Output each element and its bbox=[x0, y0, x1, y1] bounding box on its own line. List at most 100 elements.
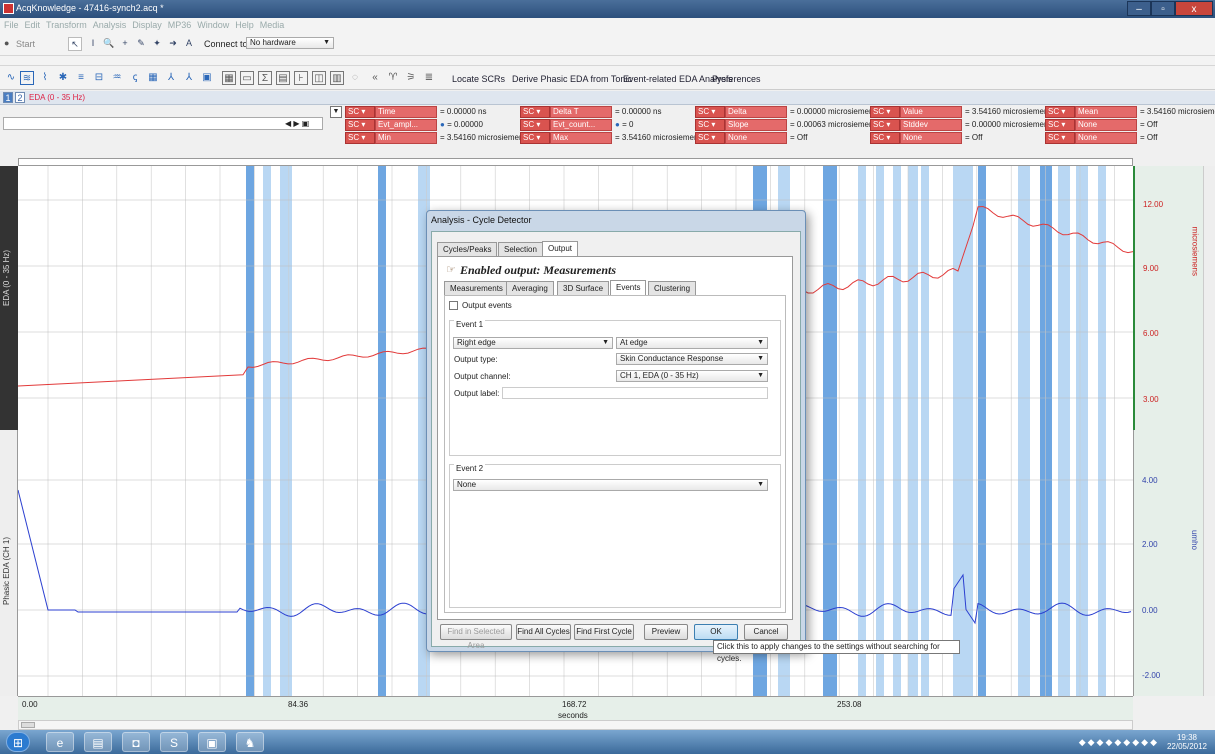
meas-source[interactable]: SC ▾ bbox=[695, 119, 725, 131]
meas-function[interactable]: Max bbox=[550, 132, 612, 144]
ie-icon[interactable]: e bbox=[46, 732, 74, 752]
minimize-button[interactable]: – bbox=[1127, 1, 1151, 16]
meas-source[interactable]: SC ▾ bbox=[695, 132, 725, 144]
meas-source[interactable]: SC ▾ bbox=[1045, 119, 1075, 131]
move-tool-icon[interactable]: ➜ bbox=[166, 37, 180, 51]
output-type-select[interactable]: Skin Conductance Response ▼ bbox=[616, 353, 768, 365]
subtab-measurements[interactable]: Measurements bbox=[444, 281, 509, 295]
person-icon[interactable]: ⅄ bbox=[164, 71, 178, 85]
clock[interactable]: 19:38 22/05/2012 bbox=[1167, 733, 1207, 751]
horizontal-scrollbar[interactable] bbox=[18, 720, 1133, 730]
channel-1-button[interactable]: 1 bbox=[3, 92, 13, 103]
explorer-icon[interactable]: ▤ bbox=[84, 732, 112, 752]
tab-cycles-peaks[interactable]: Cycles/Peaks bbox=[437, 242, 498, 256]
preferences-link[interactable]: Preferences bbox=[712, 74, 761, 84]
hardware-select[interactable]: No hardware ▼ bbox=[246, 37, 334, 49]
start-orb-icon[interactable]: ⊞ bbox=[6, 732, 30, 752]
meas-function[interactable]: Delta T bbox=[550, 106, 612, 118]
edge-select[interactable]: Right edge ▼ bbox=[453, 337, 613, 349]
sum-icon[interactable]: Σ bbox=[258, 71, 272, 85]
nav-arrows-icon[interactable]: ◀ ▶ ▣ bbox=[285, 119, 309, 128]
meas-function[interactable]: Time bbox=[375, 106, 437, 118]
menu-media[interactable]: Media bbox=[260, 20, 285, 30]
graph-icon[interactable]: ⚞ bbox=[404, 71, 418, 85]
window-icon[interactable]: ▭ bbox=[240, 71, 254, 85]
journal-icon[interactable]: ▥ bbox=[330, 71, 344, 85]
start-button[interactable]: Start bbox=[16, 39, 35, 49]
event-2-select[interactable]: None ▼ bbox=[453, 479, 768, 491]
meas-function[interactable]: Mean bbox=[1075, 106, 1137, 118]
cancel-button[interactable]: Cancel bbox=[744, 624, 788, 640]
hrv-icon[interactable]: ⊟ bbox=[92, 71, 106, 85]
meas-function[interactable]: Delta bbox=[725, 106, 787, 118]
meas-source[interactable]: SC ▾ bbox=[1045, 106, 1075, 118]
menu-display[interactable]: Display bbox=[132, 20, 162, 30]
preview-button[interactable]: Preview bbox=[644, 624, 688, 640]
ecg-icon[interactable]: ⌇ bbox=[38, 71, 52, 85]
acqknowledge-icon[interactable]: ♞ bbox=[236, 732, 264, 752]
display-icon[interactable]: ▤ bbox=[276, 71, 290, 85]
rewind-icon[interactable]: « bbox=[368, 71, 382, 85]
locate-scrs-link[interactable]: Locate SCRs bbox=[452, 74, 505, 84]
eda-icon[interactable]: ≋ bbox=[20, 71, 34, 85]
meas-function[interactable]: Evt_ampl... bbox=[375, 119, 437, 131]
journal-field[interactable] bbox=[3, 117, 323, 130]
meas-source[interactable]: SC ▾ bbox=[695, 106, 725, 118]
find-all-cycles-button[interactable]: Find All Cycles bbox=[516, 624, 571, 640]
subtab-averaging[interactable]: Averaging bbox=[506, 281, 554, 295]
meas-source[interactable]: SC ▾ bbox=[870, 119, 900, 131]
meas-source[interactable]: SC ▾ bbox=[870, 132, 900, 144]
marker-tool-icon[interactable]: ✦ bbox=[150, 37, 164, 51]
meas-source[interactable]: SC ▾ bbox=[345, 119, 375, 131]
menu-analysis[interactable]: Analysis bbox=[93, 20, 127, 30]
meas-source[interactable]: SC ▾ bbox=[1045, 132, 1075, 144]
meas-source[interactable]: SC ▾ bbox=[520, 106, 550, 118]
meas-function[interactable]: None bbox=[1075, 119, 1137, 131]
arrow-tool-icon[interactable]: ↖ bbox=[68, 37, 82, 51]
meas-source[interactable]: SC ▾ bbox=[870, 106, 900, 118]
subtab-3d-surface[interactable]: 3D Surface bbox=[557, 281, 610, 295]
output-events-checkbox[interactable] bbox=[449, 301, 458, 310]
menu-edit[interactable]: Edit bbox=[25, 20, 41, 30]
meas-function[interactable]: Evt_count... bbox=[550, 119, 612, 131]
menu-window[interactable]: Window bbox=[197, 20, 229, 30]
subtab-events[interactable]: Events bbox=[610, 280, 647, 295]
marker-icon[interactable]: ⊦ bbox=[294, 71, 308, 85]
maximize-button[interactable]: ▫ bbox=[1151, 1, 1175, 16]
bar-icon[interactable]: ▦ bbox=[146, 71, 160, 85]
system-tray[interactable]: ◆◆◆◆◆◆◆◆◆ bbox=[1079, 737, 1159, 748]
meas-function[interactable]: Slope bbox=[725, 119, 787, 131]
emg-icon[interactable]: ꞔ bbox=[128, 71, 142, 85]
app-icon[interactable]: ▣ bbox=[198, 732, 226, 752]
close-button[interactable]: x bbox=[1175, 1, 1213, 16]
pencil-tool-icon[interactable]: ✎ bbox=[134, 37, 148, 51]
star-icon[interactable]: ✱ bbox=[56, 71, 70, 85]
find-in-selected-button[interactable]: Find in Selected Area bbox=[440, 624, 512, 650]
zoom-tool-icon[interactable]: 🔍 bbox=[102, 37, 116, 51]
chart-icon[interactable]: ♈ bbox=[386, 71, 400, 85]
menu-transform[interactable]: Transform bbox=[46, 20, 87, 30]
meas-source[interactable]: SC ▾ bbox=[345, 106, 375, 118]
edge-position-select[interactable]: At edge ▼ bbox=[616, 337, 768, 349]
meas-source[interactable]: SC ▾ bbox=[520, 132, 550, 144]
output-channel-select[interactable]: CH 1, EDA (0 - 35 Hz) ▼ bbox=[616, 370, 768, 382]
menu-file[interactable]: File bbox=[4, 20, 19, 30]
output-label-input[interactable] bbox=[502, 387, 768, 399]
ibeam-tool-icon[interactable]: I bbox=[86, 37, 100, 51]
meas-function[interactable]: None bbox=[900, 132, 962, 144]
meas-source[interactable]: SC ▾ bbox=[345, 132, 375, 144]
ok-button[interactable]: OK bbox=[694, 624, 738, 640]
crosshair-tool-icon[interactable]: + bbox=[118, 37, 132, 51]
time-ruler[interactable] bbox=[18, 158, 1133, 166]
waveform-icon[interactable]: ∿ bbox=[4, 71, 18, 85]
measurement-dropdown-icon[interactable]: ▼ bbox=[330, 106, 342, 118]
bulb-icon[interactable]: ◌ bbox=[348, 71, 362, 85]
meas-function[interactable]: Value bbox=[900, 106, 962, 118]
meas-source[interactable]: SC ▾ bbox=[520, 119, 550, 131]
meas-function[interactable]: Min bbox=[375, 132, 437, 144]
list-icon[interactable]: ≣ bbox=[422, 71, 436, 85]
derive-phasic-eda-link[interactable]: Derive Phasic EDA from Tonic bbox=[512, 74, 632, 84]
people-icon[interactable]: ⅄ bbox=[182, 71, 196, 85]
meas-function[interactable]: Stddev bbox=[900, 119, 962, 131]
find-first-cycle-button[interactable]: Find First Cycle bbox=[574, 624, 634, 640]
